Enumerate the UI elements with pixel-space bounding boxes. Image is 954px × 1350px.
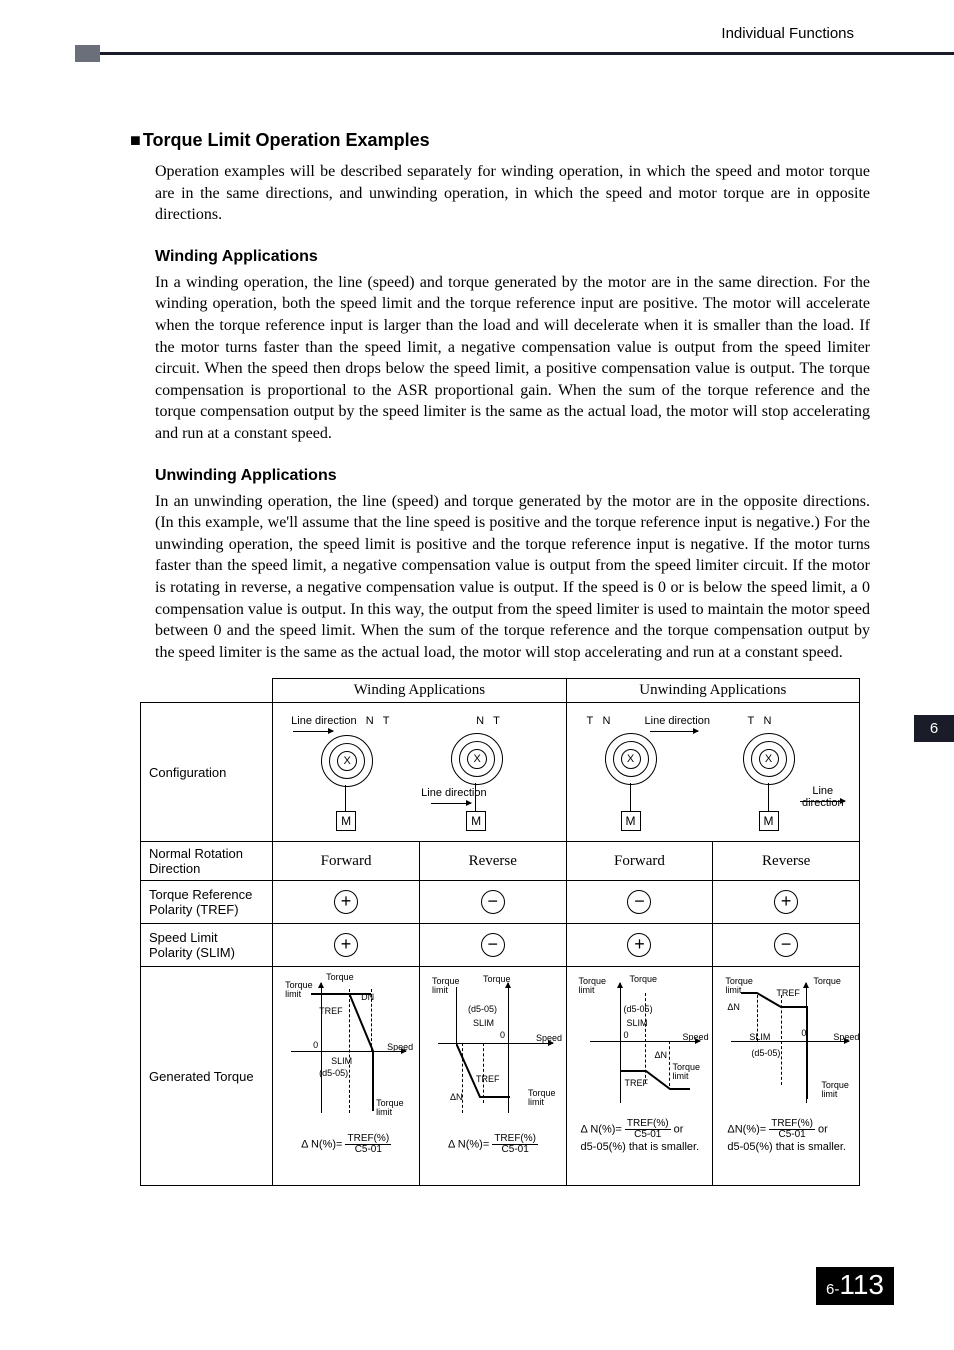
unwinding-text: In an unwinding operation, the line (spe… — [155, 491, 870, 664]
row-rotation-label: Normal Rotation Direction — [141, 842, 273, 881]
plus-icon: + — [627, 933, 651, 957]
plus-icon: + — [774, 890, 798, 914]
header-square — [75, 45, 100, 62]
rot-cell: Reverse — [419, 842, 566, 881]
unwinding-title: Unwinding Applications — [155, 467, 870, 485]
table-row: Configuration Line direction N T — [141, 703, 860, 842]
config-winding: Line direction N T X — [273, 703, 566, 842]
winding-text: In a winding operation, the line (speed)… — [155, 272, 870, 445]
minus-icon: − — [481, 933, 505, 957]
rot-cell: Forward — [273, 842, 420, 881]
header-bar — [75, 45, 954, 62]
minus-icon: − — [774, 933, 798, 957]
row-config-label: Configuration — [141, 703, 273, 842]
winding-title: Winding Applications — [155, 248, 870, 266]
page-number: 6-113 — [816, 1267, 894, 1305]
section-intro: Operation examples will be described sep… — [155, 161, 870, 226]
section-title: Torque Limit Operation Examples — [130, 130, 870, 151]
gen-graph-unwinding-rev: Torque limit Torque TREF ΔN SLIM — [713, 967, 860, 1186]
col-winding: Winding Applications — [273, 679, 566, 703]
minus-icon: − — [481, 890, 505, 914]
row-slim-label: Speed Limit Polarity (SLIM) — [141, 924, 273, 967]
config-unwinding: T N Line direction X — [566, 703, 859, 842]
table-row: Normal Rotation Direction Forward Revers… — [141, 842, 860, 881]
gen-graph-unwinding-fwd: Torque limit Torque (d5-05) SLIM 0 — [566, 967, 713, 1186]
operation-table: Winding Applications Unwinding Applicati… — [140, 678, 860, 1186]
chapter-tab: 6 — [914, 715, 954, 742]
col-unwinding: Unwinding Applications — [566, 679, 859, 703]
table-row: Generated Torque Torque Torque limit DN … — [141, 967, 860, 1186]
table-row: Speed Limit Polarity (SLIM) + − + − — [141, 924, 860, 967]
line-dir-label: Line direction — [291, 715, 356, 727]
rot-cell: Forward — [566, 842, 713, 881]
rot-cell: Reverse — [713, 842, 860, 881]
gen-graph-winding-rev: Torque limit Torque (d5-05) SLIM 0 — [419, 967, 566, 1186]
header-rule — [100, 52, 954, 55]
row-tref-label: Torque Reference Polarity (TREF) — [141, 881, 273, 924]
table-row: Winding Applications Unwinding Applicati… — [141, 679, 860, 703]
table-row: Torque Reference Polarity (TREF) + − − + — [141, 881, 860, 924]
minus-icon: − — [627, 890, 651, 914]
plus-icon: + — [334, 933, 358, 957]
plus-icon: + — [334, 890, 358, 914]
header-label: Individual Functions — [721, 25, 854, 42]
row-gentq-label: Generated Torque — [141, 967, 273, 1186]
gen-graph-winding-fwd: Torque Torque limit DN TREF — [273, 967, 420, 1186]
motor-box: M — [336, 811, 356, 831]
